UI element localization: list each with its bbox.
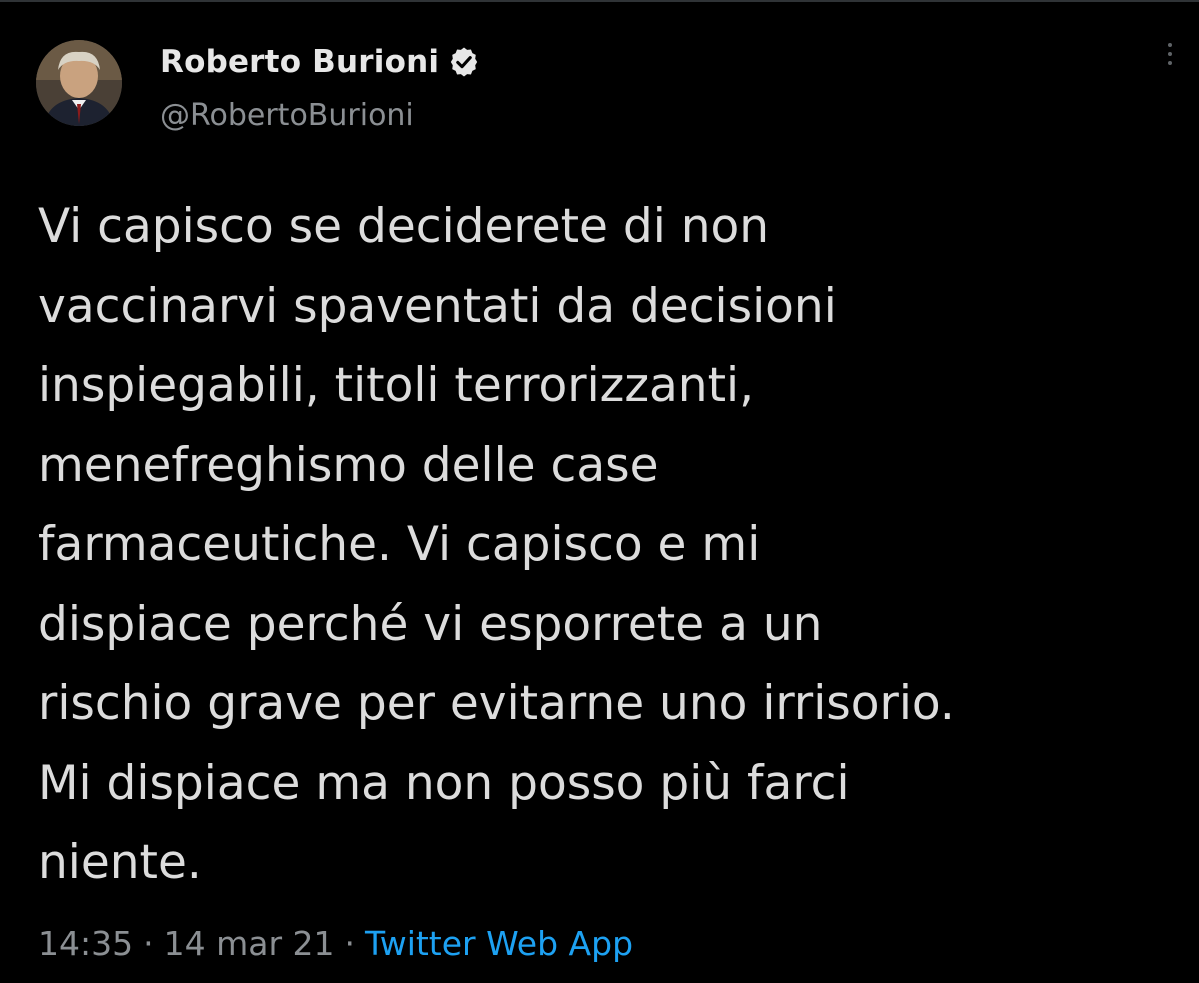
- tweet-meta: 14:35 · 14 mar 21 · Twitter Web App: [38, 920, 633, 966]
- divider: [0, 0, 1199, 2]
- avatar[interactable]: [36, 40, 122, 126]
- tweet-text-line: Vi capisco se deciderete di non: [38, 199, 770, 254]
- tweet-text-line: niente.: [38, 835, 202, 890]
- meta-separator: ·: [344, 923, 356, 963]
- tweet-text-line: rischio grave per evitarne uno irrisorio…: [38, 676, 955, 731]
- tweet-text-line: menefreghismo delle case: [38, 437, 659, 493]
- tweet-text-line: inspiegabili, titoli terrorizzanti,: [38, 358, 755, 413]
- tweet: Roberto Burioni @RobertoBurioni Vi capis…: [0, 0, 1199, 983]
- display-name[interactable]: Roberto Burioni: [160, 44, 439, 80]
- source-link[interactable]: Twitter Web App: [365, 924, 633, 963]
- tweet-time[interactable]: 14:35: [38, 924, 133, 963]
- tweet-text: Vi capisco se deciderete di non vaccinar…: [38, 187, 1178, 903]
- tweet-text-line: vaccinarvi spaventati da decisioni: [38, 278, 837, 334]
- tweet-text-line: Mi dispiace ma non posso più farci: [38, 755, 850, 811]
- author-name-row[interactable]: Roberto Burioni: [160, 42, 481, 82]
- meta-separator: ·: [143, 923, 154, 963]
- tweet-text-line: farmaceutiche. Vi capisco e mi: [38, 517, 761, 572]
- tweet-text-line: dispiace perché vi esporrete a un: [38, 596, 823, 652]
- more-vertical-icon[interactable]: [1160, 40, 1180, 68]
- user-handle[interactable]: @RobertoBurioni: [160, 98, 414, 133]
- verified-badge-icon: [451, 47, 478, 77]
- tweet-date[interactable]: 14 mar 21: [164, 924, 335, 963]
